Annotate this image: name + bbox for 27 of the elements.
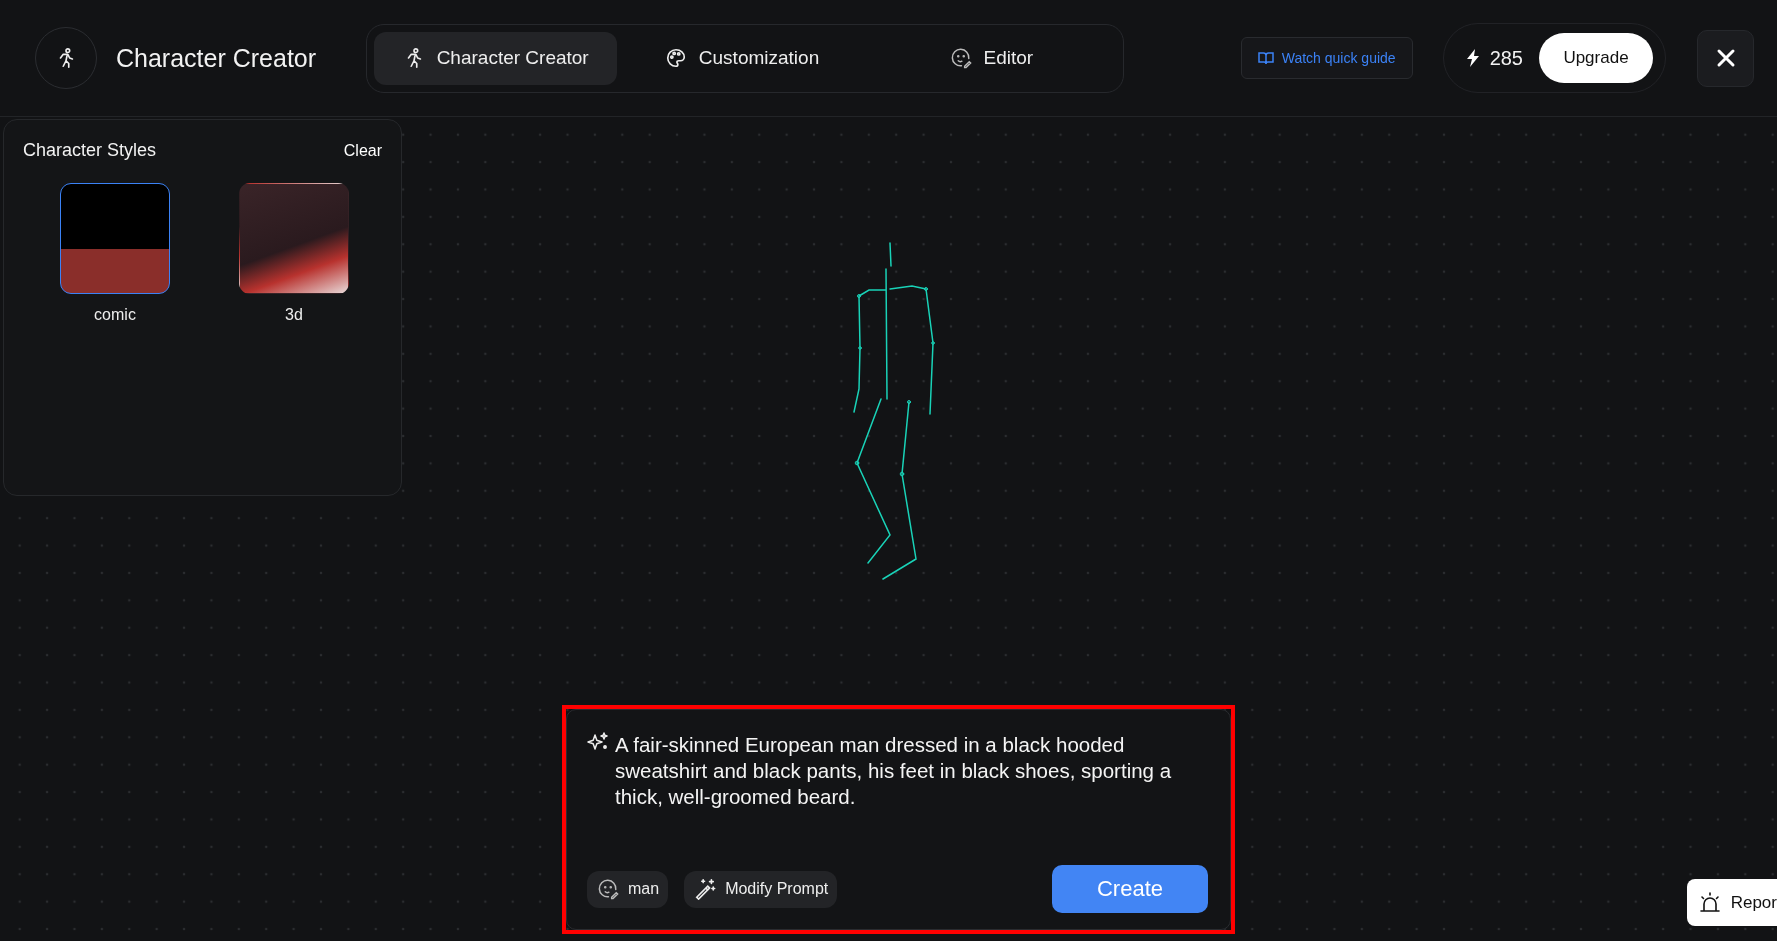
tab[interactable]: Character Creator bbox=[374, 31, 618, 85]
lightning-icon bbox=[1465, 49, 1480, 67]
tab[interactable]: Customization bbox=[617, 31, 867, 85]
close-icon bbox=[1715, 48, 1736, 68]
style-label: 3d bbox=[285, 306, 303, 324]
tab[interactable]: Editor bbox=[866, 31, 1116, 85]
clear-button[interactable]: Clear bbox=[343, 141, 382, 160]
magic-wand-icon bbox=[694, 878, 717, 900]
prompt-chip[interactable]: Modify Prompt bbox=[684, 870, 838, 908]
siren-icon bbox=[1698, 891, 1721, 914]
face-edit-icon bbox=[949, 47, 972, 69]
style-label: comic bbox=[94, 306, 136, 324]
watch-guide-link[interactable]: Watch quick guide bbox=[1240, 37, 1413, 79]
prompt-text[interactable]: A fair-skinned European man dressed in a black hooded sweatshirt and black pants, his feet in black shoes, sporting a thick, well-groomed beard. bbox=[615, 732, 1205, 810]
book-icon bbox=[1257, 51, 1274, 65]
app-title: Character Creator bbox=[116, 43, 318, 73]
credit-count: 285 bbox=[1489, 46, 1523, 70]
upgrade-button[interactable]: Upgrade bbox=[1539, 33, 1653, 83]
photo-placeholder[interactable] bbox=[60, 183, 170, 294]
report-button[interactable]: Repor bbox=[1686, 879, 1777, 926]
photo-placeholder[interactable] bbox=[239, 183, 349, 294]
create-button[interactable]: Create bbox=[1052, 865, 1208, 913]
palette-icon bbox=[664, 47, 687, 69]
face-edit-icon bbox=[597, 878, 619, 900]
panel-title: Character Styles bbox=[23, 140, 157, 161]
close-button[interactable] bbox=[1697, 29, 1754, 87]
prompt-chip[interactable]: man bbox=[587, 870, 669, 908]
